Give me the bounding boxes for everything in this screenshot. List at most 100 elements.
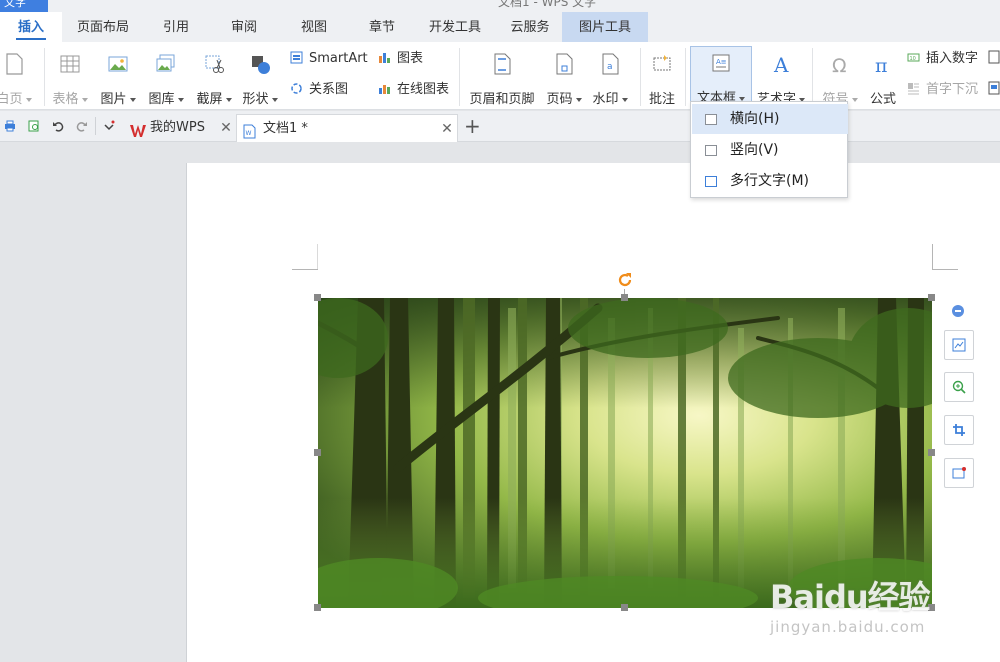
rotate-handle-icon[interactable]: [616, 271, 634, 289]
drop-cap-button[interactable]: 首字下沉: [907, 79, 978, 101]
new-tab-icon[interactable]: +: [464, 114, 481, 138]
ribbon-tab-bar: 插入 页面布局 引用 审阅 视图 章节 开发工具 云服务 图片工具: [0, 12, 1000, 42]
collapse-toolbar-icon[interactable]: [952, 305, 964, 317]
svg-text:a: a: [607, 62, 613, 72]
resize-handle-s[interactable]: [621, 604, 628, 611]
tab-review[interactable]: 审阅: [218, 12, 270, 42]
doc-tab-my-wps[interactable]: 我的WPS ✕: [126, 114, 236, 142]
watermark-label: 水印: [592, 92, 619, 107]
vertical-textbox-icon: [705, 145, 717, 156]
menu-item-label: 竖向(V): [730, 142, 779, 158]
symbol-button[interactable]: Ω 符号: [820, 48, 860, 107]
picture-label: 图片: [100, 92, 127, 107]
svg-text:Ω: Ω: [832, 55, 847, 76]
wordart-icon: A: [769, 52, 793, 77]
close-icon[interactable]: ✕: [219, 114, 233, 142]
more-icon[interactable]: [988, 50, 1000, 64]
doc-tab-label: 文档1 *: [263, 121, 308, 136]
chevron-down-icon: [177, 97, 184, 102]
menu-item-multiline[interactable]: 多行文字(M): [692, 166, 848, 196]
divider: [459, 48, 460, 106]
zoom-picture-button[interactable]: [944, 372, 974, 402]
app-menu-button[interactable]: 文字: [0, 0, 48, 12]
tab-view[interactable]: 视图: [288, 12, 340, 42]
tab-developer[interactable]: 开发工具: [420, 12, 490, 42]
print-preview-icon[interactable]: [28, 120, 40, 132]
page-icon: [2, 52, 26, 76]
header-footer-label: 页眉和页脚: [469, 92, 535, 107]
tab-cloud-services[interactable]: 云服务: [500, 12, 560, 42]
menu-item-vertical[interactable]: 竖向(V): [692, 135, 848, 165]
object-icon[interactable]: [988, 81, 1000, 95]
chart-button[interactable]: 图表: [378, 48, 423, 70]
shapes-button[interactable]: 形状: [240, 48, 280, 107]
bar-chart-icon: [378, 50, 391, 63]
doc-tab-label: 我的WPS: [150, 120, 205, 135]
frame-icon: [952, 466, 966, 484]
textbox-button[interactable]: A≡ 文本框: [690, 46, 752, 106]
formula-button[interactable]: π 公式: [866, 48, 900, 107]
tab-insert[interactable]: 插入: [0, 12, 62, 42]
resize-handle-w[interactable]: [314, 449, 321, 456]
insert-number-button[interactable]: 10 插入数字: [907, 48, 978, 70]
svg-text:10: 10: [910, 56, 916, 62]
textbox-dropdown-menu: 横向(H) 竖向(V) 多行文字(M): [690, 101, 848, 198]
page-number-icon: [552, 52, 576, 76]
relation-chart-button[interactable]: 关系图: [290, 79, 348, 101]
chevron-down-icon: [225, 97, 232, 102]
gallery-button[interactable]: 图库: [146, 48, 186, 107]
blank-page-button[interactable]: 白页: [0, 48, 34, 107]
screenshot-button[interactable]: 截屏: [194, 48, 234, 107]
online-chart-button[interactable]: 在线图表: [378, 79, 449, 101]
resize-handle-e[interactable]: [928, 449, 935, 456]
resize-handle-nw[interactable]: [314, 294, 321, 301]
shapes-icon: [248, 52, 272, 76]
picture-frame-button[interactable]: [944, 458, 974, 488]
close-icon[interactable]: ✕: [440, 115, 454, 143]
customize-icon[interactable]: [103, 120, 115, 132]
wordart-button[interactable]: A 艺术字: [756, 48, 806, 107]
app-menu-label: 文字: [4, 0, 26, 9]
shapes-label: 形状: [242, 92, 269, 107]
margin-corner-top-left: [292, 244, 319, 270]
divider: [44, 48, 45, 106]
print-icon[interactable]: [4, 120, 16, 132]
comment-button[interactable]: 批注: [644, 48, 680, 107]
watermark-button[interactable]: a 水印: [590, 48, 630, 107]
chevron-down-icon: [739, 96, 745, 101]
resize-handle-ne[interactable]: [928, 294, 935, 301]
layout-options-button[interactable]: [944, 330, 974, 360]
picture-button[interactable]: 图片: [98, 48, 138, 107]
formula-label: 公式: [869, 92, 896, 107]
menu-item-horizontal[interactable]: 横向(H): [692, 104, 848, 134]
comment-icon: [650, 52, 674, 76]
chevron-down-icon: [851, 97, 858, 102]
doc-tab-document1[interactable]: W 文档1 * ✕: [236, 114, 458, 142]
baidu-watermark: Baidu经验 jingyan.baidu.com: [770, 556, 1000, 646]
gallery-icon: [154, 52, 178, 76]
tab-picture-tools[interactable]: 图片工具: [562, 12, 648, 42]
chevron-down-icon: [129, 97, 136, 102]
resize-handle-n[interactable]: [621, 294, 628, 301]
divider: [812, 48, 813, 106]
relation-chart-label: 关系图: [309, 82, 349, 97]
chevron-down-icon: [271, 97, 278, 102]
crop-button[interactable]: [944, 415, 974, 445]
table-button[interactable]: 表格: [50, 48, 90, 107]
header-footer-button[interactable]: 页眉和页脚: [466, 48, 538, 107]
horizontal-textbox-icon: [705, 114, 717, 125]
resize-handle-sw[interactable]: [314, 604, 321, 611]
tab-page-layout[interactable]: 页面布局: [70, 12, 136, 42]
title-bar: 文字 文档1 - WPS 文字: [0, 0, 1000, 12]
page-number-button[interactable]: 页码: [544, 48, 584, 107]
textbox-icon: A≡: [709, 51, 733, 75]
omega-icon: Ω: [828, 52, 852, 77]
redo-icon[interactable]: [76, 120, 88, 132]
undo-icon[interactable]: [52, 120, 64, 132]
smartart-button[interactable]: SmartArt: [290, 48, 368, 70]
tab-references[interactable]: 引用: [150, 12, 202, 42]
tab-sections[interactable]: 章节: [356, 12, 408, 42]
layout-icon: [952, 338, 966, 356]
screenshot-label: 截屏: [196, 92, 223, 107]
smartart-label: SmartArt: [309, 51, 368, 66]
